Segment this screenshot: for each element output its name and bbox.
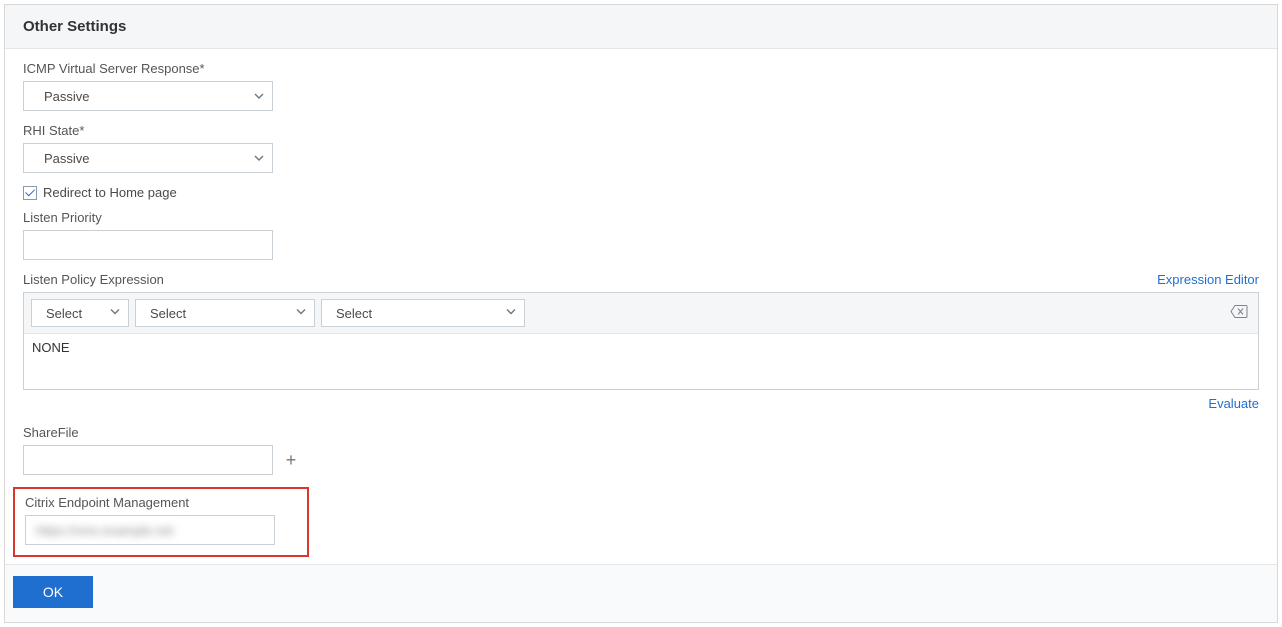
rhi-field: RHI State* Passive: [23, 123, 1259, 173]
cem-label: Citrix Endpoint Management: [25, 495, 297, 510]
rhi-value: Passive: [44, 151, 90, 166]
chevron-down-icon: [109, 306, 121, 321]
expression-toolbar: Select Select Select: [24, 293, 1258, 334]
panel-body: ICMP Virtual Server Response* Passive RH…: [5, 49, 1277, 582]
redirect-home-row: Redirect to Home page: [23, 185, 1259, 200]
other-settings-panel: Other Settings ICMP Virtual Server Respo…: [4, 4, 1278, 623]
sharefile-input[interactable]: [23, 445, 273, 475]
expr-select-1-value: Select: [46, 306, 82, 321]
sharefile-field: ShareFile +: [23, 425, 1259, 475]
expr-select-3-value: Select: [336, 306, 372, 321]
redirect-home-checkbox[interactable]: [23, 186, 37, 200]
expression-editor-link[interactable]: Expression Editor: [1157, 272, 1259, 287]
icmp-label: ICMP Virtual Server Response*: [23, 61, 1259, 76]
redirect-home-label: Redirect to Home page: [43, 185, 177, 200]
icmp-value: Passive: [44, 89, 90, 104]
expr-select-3[interactable]: Select: [321, 299, 525, 327]
lpe-label: Listen Policy Expression: [23, 272, 164, 287]
sharefile-label: ShareFile: [23, 425, 1259, 440]
ok-button[interactable]: OK: [13, 576, 93, 608]
icmp-field: ICMP Virtual Server Response* Passive: [23, 61, 1259, 111]
cem-highlight: Citrix Endpoint Management https://xms.e…: [13, 487, 309, 557]
expression-textarea[interactable]: NONE: [24, 334, 1258, 386]
icmp-select[interactable]: Passive: [23, 81, 273, 111]
panel-footer: OK: [5, 564, 1277, 622]
plus-icon[interactable]: +: [281, 450, 301, 470]
chevron-down-icon: [505, 306, 517, 321]
panel-title: Other Settings: [5, 5, 1277, 49]
rhi-select[interactable]: Passive: [23, 143, 273, 173]
backspace-icon[interactable]: [1230, 305, 1248, 322]
expr-select-2-value: Select: [150, 306, 186, 321]
expression-box: Select Select Select: [23, 292, 1259, 390]
cem-input[interactable]: https://xms.example.net: [25, 515, 275, 545]
listen-priority-input[interactable]: [23, 230, 273, 260]
rhi-label: RHI State*: [23, 123, 1259, 138]
chevron-down-icon: [295, 306, 307, 321]
expr-select-1[interactable]: Select: [31, 299, 129, 327]
evaluate-link[interactable]: Evaluate: [1208, 396, 1259, 411]
expr-select-2[interactable]: Select: [135, 299, 315, 327]
listen-priority-label: Listen Priority: [23, 210, 1259, 225]
lpe-field: Listen Policy Expression Expression Edit…: [23, 272, 1259, 390]
cem-value: https://xms.example.net: [36, 523, 173, 538]
listen-priority-field: Listen Priority: [23, 210, 1259, 260]
